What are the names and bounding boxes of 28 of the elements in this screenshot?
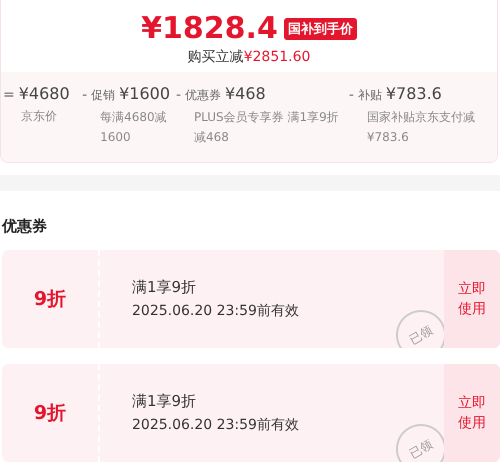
operator-sign: - xyxy=(176,87,181,103)
final-price: ¥1828.4 xyxy=(141,12,278,46)
operator-sign: = xyxy=(3,87,15,103)
breakdown-amount: ¥4680 xyxy=(18,84,70,103)
coupon-validity: 2025.06.20 23:59前有效 xyxy=(132,302,300,320)
breakdown-note: 京东价 xyxy=(20,108,58,125)
coupon-value: 9折 xyxy=(34,287,66,312)
breakdown-note: PLUS会员专享券 满1享9折减468 xyxy=(192,109,340,146)
breakdown-note: 国家补贴京东支付减¥783.6 xyxy=(366,109,476,146)
section-heading: 优惠券 xyxy=(0,216,48,237)
use-now-button[interactable]: 立即使用 xyxy=(444,364,500,462)
coupon-title: 满1享9折 xyxy=(132,278,198,297)
price-badge: 国补到手价 xyxy=(284,18,357,40)
operator-sign: - xyxy=(82,87,88,103)
savings-amount: ¥2851.60 xyxy=(244,49,310,65)
breakdown-label: 补贴 xyxy=(358,87,382,104)
operator-sign: - xyxy=(348,87,354,103)
coupon-validity: 2025.06.20 23:59前有效 xyxy=(132,416,300,434)
breakdown-label: 促销 xyxy=(91,87,116,104)
breakdown-label: 优惠券 xyxy=(185,87,221,104)
savings-label: 购买立减 xyxy=(188,49,244,65)
coupon-value: 9折 xyxy=(34,401,66,426)
breakdown-amount: ¥783.6 xyxy=(386,84,442,103)
coupon-title: 满1享9折 xyxy=(132,392,198,411)
breakdown-amount: ¥1600 xyxy=(119,84,170,103)
breakdown-note: 每满4680减1600 xyxy=(99,109,168,146)
use-now-button[interactable]: 立即使用 xyxy=(444,250,500,348)
breakdown-amount: ¥468 xyxy=(225,84,266,103)
